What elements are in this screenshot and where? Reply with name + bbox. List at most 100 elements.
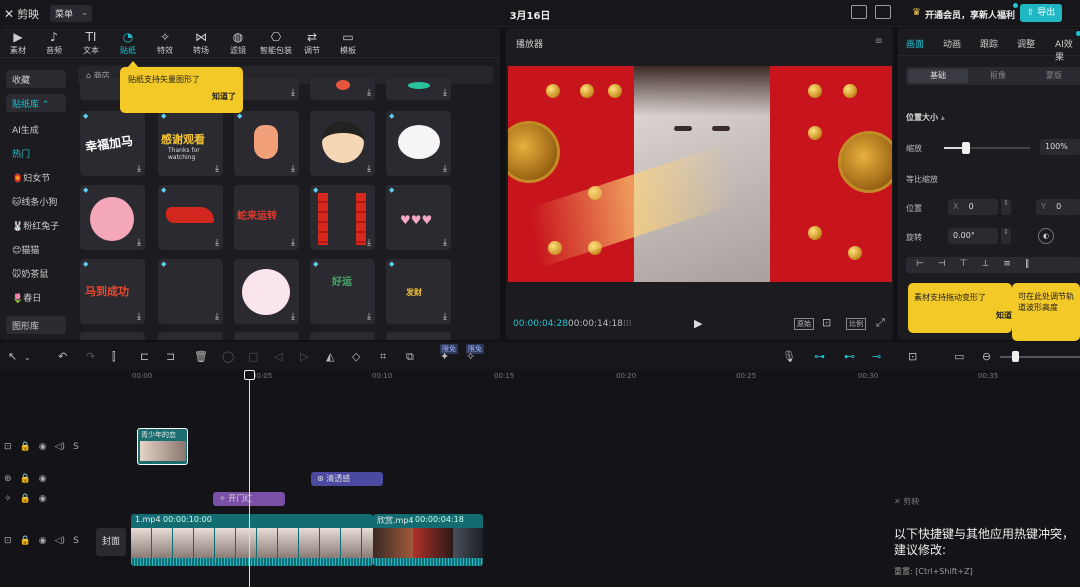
mirror-icon[interactable]: ▷ (300, 350, 308, 363)
tab-ai-effects[interactable]: AI效果 (1055, 37, 1080, 63)
sticker-item[interactable]: ◆ 马到成功 ⤓ (80, 259, 145, 324)
track-s-label[interactable]: S (73, 536, 79, 546)
sticker-item[interactable]: ⤓ (234, 259, 299, 324)
screenshot-icon[interactable]: ⊡ (822, 316, 831, 329)
play-icon[interactable]: ▶ (694, 317, 702, 330)
smart-crop-icon[interactable]: ⧉ (406, 350, 414, 364)
freeze-icon[interactable]: ◯ (222, 350, 234, 363)
sidebar-item-ai[interactable]: AI生成 (6, 120, 66, 138)
video-clip-1[interactable]: 1.mp4 00:00:10:00 (131, 514, 373, 566)
sidebar-item-shape-library[interactable]: 图形库 (6, 316, 66, 334)
playhead[interactable] (249, 370, 250, 587)
sticker-item[interactable] (310, 332, 375, 340)
sticker-clip[interactable]: 青少年的恋 (137, 428, 188, 465)
microphone-icon[interactable]: 🎙 (782, 350, 796, 363)
tooltip-ok-button[interactable]: 知道 (996, 310, 1012, 321)
sticker-item[interactable]: ⤓ (386, 78, 451, 100)
tab-template[interactable]: ▭ 模板 (330, 30, 366, 56)
sticker-item[interactable] (158, 332, 223, 340)
chevron-down-icon[interactable]: ⌄ (24, 353, 31, 362)
tab-smart-pack[interactable]: ⎔ 智能包装 (256, 30, 296, 56)
original-button[interactable]: 原始 (794, 318, 814, 330)
track-s-label[interactable]: S (73, 442, 79, 452)
lock-icon[interactable]: 🔒 (20, 494, 31, 504)
delete-icon[interactable]: 🗑 (194, 350, 208, 363)
timecode-icon[interactable]: ⁞⁞⁞ (623, 319, 632, 329)
volume-icon[interactable]: ◁) (55, 442, 65, 452)
tab-animation[interactable]: 动画 (943, 37, 961, 50)
playhead-handle[interactable] (244, 370, 255, 380)
split-left-icon[interactable]: ⊏ (140, 350, 149, 363)
segment-cutout[interactable]: 抠像 (990, 70, 1006, 81)
sidebar-item-spring[interactable]: 🌷春日 (6, 288, 66, 306)
flip-icon[interactable]: ◭ (326, 350, 334, 363)
sticker-item[interactable]: ◆ 感谢观看 Thanks for watching ⤓ (158, 111, 223, 176)
scale-slider-handle[interactable] (962, 142, 970, 154)
zoom-out-icon[interactable]: ⊖ (982, 350, 991, 363)
sticker-item[interactable]: ◆ ⤓ (158, 259, 223, 324)
eye-icon[interactable]: ◉ (39, 474, 47, 484)
sticker-item[interactable]: ◆ ⤓ (158, 185, 223, 250)
auto-snap-icon[interactable]: ⊷ (844, 350, 855, 363)
tab-text[interactable]: TI 文本 (73, 30, 109, 56)
sticker-item[interactable]: 蛇来运转 ⤓ (234, 185, 299, 250)
tab-sticker[interactable]: ◔ 贴纸 (110, 30, 146, 56)
sticker-item[interactable] (386, 332, 451, 340)
tab-tracking[interactable]: 跟踪 (980, 37, 998, 50)
sticker-item[interactable]: ⤓ (234, 78, 299, 100)
sticker-item[interactable]: ◆ ♥♥♥ ⤓ (386, 185, 451, 250)
sticker-item[interactable]: ◆ 幸福加马 ⤓ (80, 111, 145, 176)
ai-retouch-icon[interactable]: ✧ (466, 350, 475, 363)
sticker-item[interactable]: ◆ ⤓ (234, 111, 299, 176)
sticker-item[interactable]: ⤓ (310, 78, 375, 100)
sticker-item[interactable]: ◆ 好运 ⤓ (310, 259, 375, 324)
export-button[interactable]: ⇧ 导出 (1020, 4, 1062, 22)
lock-icon[interactable]: 🔒 (20, 474, 31, 484)
filter-clip[interactable]: ⊛ 清透感 (311, 472, 383, 486)
sticker-item[interactable]: ◆ ⤓ (386, 111, 451, 176)
sidebar-item-sticker-library[interactable]: 贴纸库 ⌃ (6, 94, 66, 112)
layout-icon[interactable] (875, 5, 891, 19)
vip-link[interactable]: 开通会员，享新人福利 (925, 8, 1015, 21)
preview-axis-icon[interactable]: ⊡ (908, 350, 917, 363)
x-stepper-icon[interactable]: ⇕ (1001, 199, 1011, 215)
tab-material[interactable]: ▶ 素材 (0, 30, 36, 56)
undo-icon[interactable]: ↶ (58, 350, 67, 363)
tab-effects[interactable]: ✧ 特效 (147, 30, 183, 56)
caption-icon[interactable]: ▭ (954, 350, 964, 363)
split-right-icon[interactable]: ⊐ (166, 350, 175, 363)
shield-icon[interactable]: ▢ (248, 350, 258, 363)
eye-icon[interactable]: ◉ (39, 536, 47, 546)
rotate-icon[interactable]: ◇ (352, 350, 360, 363)
menu-button[interactable]: 菜单 ⌄ (50, 5, 92, 22)
tab-adjust[interactable]: ⇄ 调节 (294, 30, 330, 56)
menu-icon[interactable]: ≡ (875, 36, 883, 47)
scale-input[interactable]: 100% (1040, 139, 1080, 155)
sticker-item[interactable]: ◆ 发财 ⤓ (386, 259, 451, 324)
sticker-item[interactable] (234, 332, 299, 340)
eye-icon[interactable]: ◉ (39, 442, 47, 452)
sidebar-item-pink-bunny[interactable]: 🐰粉红兔子 (6, 216, 66, 234)
rotate-stepper-icon[interactable]: ⇕ (1001, 228, 1011, 244)
position-x-input[interactable]: X 0 (948, 199, 998, 215)
tab-audio[interactable]: ♪ 音频 (36, 30, 72, 56)
main-track-magnet-icon[interactable]: ⊶ (814, 350, 825, 363)
cover-button[interactable]: 封面 (96, 528, 126, 556)
tab-picture[interactable]: 画面 (906, 37, 924, 50)
ai-tool-icon[interactable]: ✦ (440, 350, 449, 363)
eye-icon[interactable]: ◉ (39, 494, 47, 504)
segment-basic[interactable]: 基础 (908, 69, 968, 83)
select-icon[interactable]: ↖ (8, 350, 17, 363)
sticker-item[interactable]: ◆ ⤓ (310, 185, 375, 250)
crop-icon[interactable]: ⌗ (380, 350, 386, 364)
rotate-input[interactable]: 0.00° (948, 228, 998, 244)
sticker-item[interactable]: ◆ ⤓ (80, 185, 145, 250)
lock-icon[interactable]: 🔒 (20, 536, 31, 546)
link-icon[interactable]: ⊸ (872, 350, 881, 363)
tab-adjust-right[interactable]: 调整 (1017, 37, 1035, 50)
sidebar-item-favorites[interactable]: 收藏 (6, 70, 66, 88)
video-clip-2[interactable]: 欣赏.mp4 00:00:04:18 (373, 514, 483, 566)
sticker-item[interactable] (80, 332, 145, 340)
tab-filter[interactable]: ◍ 滤镜 (220, 30, 256, 56)
play-reverse-icon[interactable]: ◁ (274, 350, 282, 363)
